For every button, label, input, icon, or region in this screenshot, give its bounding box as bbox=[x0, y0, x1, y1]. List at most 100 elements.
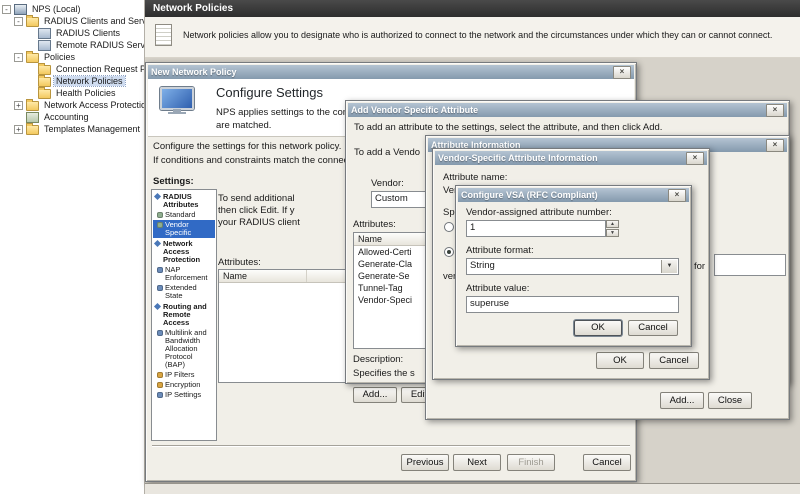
tree-item-templates-management[interactable]: +Templates Management bbox=[0, 123, 144, 135]
settings-item-icon bbox=[157, 285, 163, 291]
tree-item-policies[interactable]: -Policies bbox=[0, 51, 144, 63]
tree-item-label: Network Access Protection bbox=[42, 100, 145, 110]
wizard-intro-line2: are matched. bbox=[216, 120, 271, 131]
accounting-icon bbox=[26, 112, 39, 123]
description-label: Description: bbox=[353, 354, 403, 365]
vendor-assigned-number-input[interactable]: 1 bbox=[466, 220, 606, 237]
expand-icon[interactable]: + bbox=[14, 125, 23, 134]
settings-label: Settings: bbox=[153, 176, 194, 187]
settings-item-ip-settings[interactable]: IP Settings bbox=[153, 390, 215, 400]
spinner-up-icon[interactable]: ▲ bbox=[606, 220, 619, 228]
settings-item-icon bbox=[157, 372, 163, 378]
vsa-radio-option2[interactable] bbox=[444, 247, 454, 257]
bottom-pane-edge bbox=[145, 483, 800, 494]
tree-item-label: NPS (Local) bbox=[30, 4, 83, 14]
settings-item-ip-filters[interactable]: IP Filters bbox=[153, 370, 215, 380]
close-icon[interactable]: × bbox=[766, 104, 784, 117]
expand-icon[interactable]: + bbox=[14, 101, 23, 110]
collapse-icon[interactable]: - bbox=[14, 17, 23, 26]
dialog-title: Vendor-Specific Attribute Information bbox=[438, 153, 598, 163]
wizard-help-line2: then click Edit. If y bbox=[218, 205, 295, 216]
settings-item-icon bbox=[157, 382, 163, 388]
cancel-button[interactable]: Cancel bbox=[583, 454, 631, 471]
settings-section-title: Routing and Remote Access bbox=[163, 303, 214, 327]
vendor-combobox-value: Custom bbox=[375, 193, 408, 204]
add-vendor-specific-attribute-titlebar[interactable]: Add Vendor Specific Attribute × bbox=[348, 103, 787, 117]
attribute-format-combobox[interactable]: String ▼ bbox=[466, 258, 679, 275]
section-diamond-icon bbox=[154, 240, 161, 247]
new-network-policy-titlebar[interactable]: New Network Policy × bbox=[148, 65, 634, 79]
settings-item-icon bbox=[157, 267, 163, 273]
settings-item-extended-state[interactable]: Extended State bbox=[153, 283, 215, 301]
vsa-cancel-button[interactable]: Cancel bbox=[649, 352, 699, 369]
close-icon[interactable]: × bbox=[668, 189, 686, 202]
tree-item-health-policies[interactable]: -Health Policies bbox=[0, 87, 144, 99]
tree-item-radius-clients-and-servers[interactable]: - RADIUS Clients and Servers bbox=[0, 15, 144, 27]
vsa-text-fragment-right: for bbox=[694, 261, 705, 272]
attribute-value-label: Attribute value: bbox=[466, 283, 529, 294]
configure-vsa-titlebar[interactable]: Configure VSA (RFC Compliant) × bbox=[458, 188, 689, 202]
vendor-attributes-label: Attributes: bbox=[353, 219, 396, 230]
settings-item-icon bbox=[157, 392, 163, 398]
configure-vsa-cancel-button[interactable]: Cancel bbox=[628, 320, 678, 336]
wizard-add-button[interactable]: Add... bbox=[353, 387, 397, 403]
attribute-info-field[interactable] bbox=[714, 254, 786, 276]
tree-item-network-policies[interactable]: -Network Policies bbox=[0, 75, 144, 87]
settings-item-label: Standard bbox=[165, 211, 195, 219]
vendor-label: Vendor: bbox=[371, 178, 404, 189]
vendor-assigned-number-label: Vendor-assigned attribute number: bbox=[466, 207, 612, 218]
attribute-name-label: Attribute name: bbox=[443, 172, 507, 183]
settings-item-nap-enforcement[interactable]: NAP Enforcement bbox=[153, 265, 215, 283]
settings-item-label: Vendor Specific bbox=[165, 221, 214, 237]
configure-vsa-dialog: Configure VSA (RFC Compliant) × Vendor-a… bbox=[455, 185, 692, 347]
tree-item-label: Connection Request Polici bbox=[54, 64, 145, 74]
description-text: Specifies the s bbox=[353, 368, 415, 379]
tree-item-network-access-protection[interactable]: + Network Access Protection bbox=[0, 99, 144, 111]
settings-item-standard[interactable]: Standard bbox=[153, 210, 215, 220]
vsa-ok-button[interactable]: OK bbox=[596, 352, 644, 369]
settings-item-label: Encryption bbox=[165, 381, 200, 389]
monitor-screen bbox=[160, 87, 194, 110]
close-icon[interactable]: × bbox=[613, 66, 631, 79]
clients-icon bbox=[38, 40, 51, 51]
document-icon bbox=[155, 24, 172, 46]
tree-item-label: Health Policies bbox=[54, 88, 118, 98]
tree-item-label: RADIUS Clients and Servers bbox=[42, 16, 145, 26]
attr-info-add-button[interactable]: Add... bbox=[660, 392, 704, 409]
configure-vsa-ok-button[interactable]: OK bbox=[574, 320, 622, 336]
close-icon[interactable]: × bbox=[686, 152, 704, 165]
tree-item-accounting[interactable]: -Accounting bbox=[0, 111, 144, 123]
collapse-icon[interactable]: - bbox=[14, 53, 23, 62]
tree-item-label: Remote RADIUS Server G bbox=[54, 40, 145, 50]
info-text: Network policies allow you to designate … bbox=[183, 30, 772, 40]
settings-item-label: Extended State bbox=[165, 284, 214, 300]
previous-button[interactable]: Previous bbox=[401, 454, 449, 471]
settings-item-encryption[interactable]: Encryption bbox=[153, 380, 215, 390]
attribute-value-input[interactable]: superuse bbox=[466, 296, 679, 313]
tree-item-radius-clients[interactable]: -RADIUS Clients bbox=[0, 27, 144, 39]
settings-section-routing-and-remote-access: Routing and Remote Access bbox=[153, 301, 215, 328]
attr-info-close-button[interactable]: Close bbox=[708, 392, 752, 409]
settings-item-multilink-and-bandwidth-allocation-protocol-bap[interactable]: Multilink and Bandwidth Allocation Proto… bbox=[153, 328, 215, 370]
settings-item-label: IP Filters bbox=[165, 371, 194, 379]
dropdown-arrow-icon[interactable]: ▼ bbox=[661, 260, 677, 273]
column-header-name[interactable]: Name bbox=[219, 270, 307, 282]
folder-icon bbox=[26, 53, 39, 63]
wizard-help-line1: To send additional bbox=[218, 193, 295, 204]
vsa-radio-option1[interactable] bbox=[444, 222, 454, 232]
tree-item-nps-local[interactable]: - NPS (Local) bbox=[0, 3, 144, 15]
tree-item-remote-radius-server-g[interactable]: -Remote RADIUS Server G bbox=[0, 39, 144, 51]
collapse-icon[interactable]: - bbox=[2, 5, 11, 14]
close-icon[interactable]: × bbox=[766, 139, 784, 152]
content-header-title: Network Policies bbox=[153, 3, 233, 14]
vendor-instruction1: To add an attribute to the settings, sel… bbox=[354, 122, 662, 133]
tree-item-connection-request-polici[interactable]: -Connection Request Polici bbox=[0, 63, 144, 75]
settings-item-vendor-specific[interactable]: Vendor Specific bbox=[153, 220, 215, 238]
wizard-attributes-label: Attributes: bbox=[218, 257, 261, 268]
vsa-information-titlebar[interactable]: Vendor-Specific Attribute Information × bbox=[435, 151, 707, 165]
settings-item-icon bbox=[157, 222, 163, 228]
next-button[interactable]: Next bbox=[453, 454, 501, 471]
wizard-page-title: Configure Settings bbox=[216, 85, 323, 100]
spinner-down-icon[interactable]: ▼ bbox=[606, 229, 619, 237]
folder-icon bbox=[26, 17, 39, 27]
